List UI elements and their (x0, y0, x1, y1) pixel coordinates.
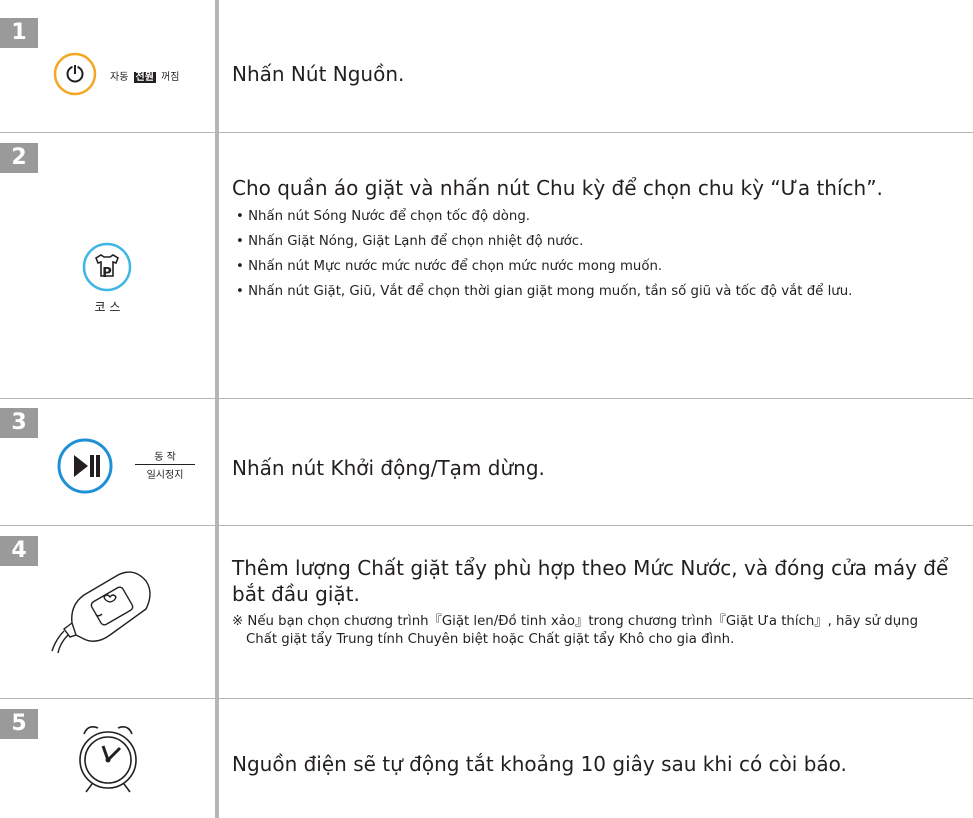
course-button-caption: 코 스 (94, 300, 121, 314)
course-button-illustration: P 코 스 (0, 240, 215, 340)
start-pause-button-illustration: 동 작 일시정지 (0, 438, 215, 498)
course-tshirt-icon: P (82, 242, 132, 292)
row-divider (0, 698, 973, 699)
step-heading: Cho quần áo giặt và nhấn nút Chu kỳ để c… (232, 176, 883, 200)
list-item: Nhấn Giặt Nóng, Giặt Lạnh để chọn nhiệt … (232, 232, 952, 251)
list-item: Nhấn nút Sóng Nước để chọn tốc độ dòng. (232, 207, 952, 226)
power-button-caption: 자동 전원 꺼짐 (110, 72, 180, 83)
row-divider (0, 525, 973, 526)
step-heading: Thêm lượng Chất giặt tẩy phù hợp theo Mứ… (232, 556, 949, 606)
svg-text:P: P (102, 266, 112, 281)
step-bullet-list: Nhấn nút Sóng Nước để chọn tốc độ dòng. … (232, 207, 952, 307)
step-number-badge: 3 (0, 408, 38, 438)
step-heading: Nhấn Nút Nguồn. (232, 62, 405, 86)
alarm-clock-illustration (0, 710, 215, 810)
start-pause-caption: 동 작 일시정지 (135, 448, 195, 481)
detergent-illustration (0, 555, 215, 655)
detergent-bottle-icon (51, 571, 151, 654)
step-note: ※ Nếu bạn chọn chương trình『Giặt len/Đồ … (232, 614, 919, 647)
step-number-badge: 1 (0, 18, 38, 48)
power-highlight: 전원 (133, 72, 156, 83)
step-heading: Nguồn điện sẽ tự động tắt khoảng 10 giây… (232, 752, 847, 776)
row-divider (0, 398, 973, 399)
list-item: Nhấn nút Mực nước mức nước để chọn mức n… (232, 257, 952, 276)
step-heading: Nhấn nút Khởi động/Tạm dừng. (232, 456, 545, 480)
list-item: Nhấn nút Giặt, Giũ, Vắt để chọn thời gia… (232, 282, 952, 301)
power-icon (53, 52, 97, 96)
power-button-illustration: 자동 전원 꺼짐 (0, 50, 215, 110)
step-number-badge: 2 (0, 143, 38, 173)
row-divider (0, 132, 973, 133)
alarm-clock-icon (79, 726, 137, 793)
